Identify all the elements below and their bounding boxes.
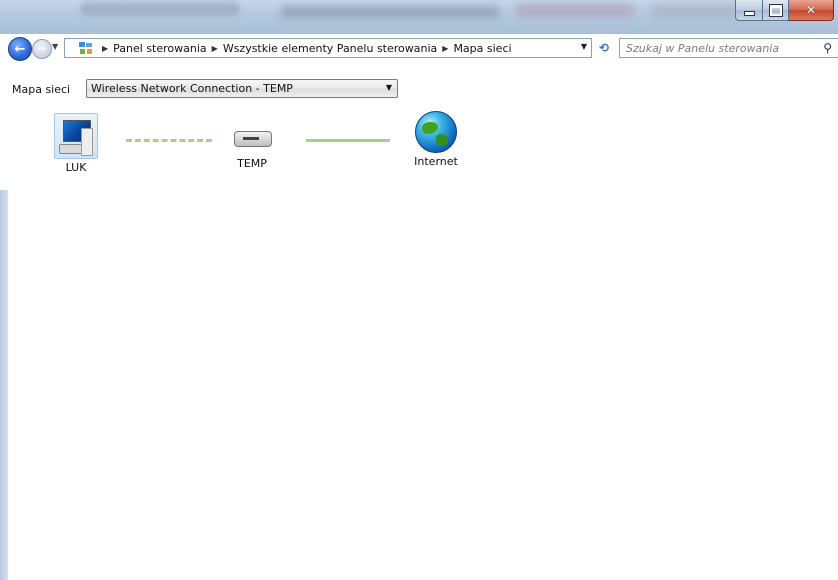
close-icon: ✕ (805, 3, 817, 17)
title-bar-background (650, 4, 740, 18)
globe-icon (415, 111, 457, 153)
network-node-label: LUK (65, 161, 87, 174)
close-button[interactable]: ✕ (789, 0, 834, 21)
network-map-label: Mapa sieci (12, 83, 71, 96)
network-node-computer[interactable]: LUK (54, 113, 98, 174)
search-input[interactable] (624, 40, 818, 56)
breadcrumb-panel-sterowania[interactable]: Panel sterowania (113, 42, 207, 55)
title-bar-background (515, 3, 635, 17)
search-icon[interactable]: ⚲ (823, 41, 832, 55)
refresh-button[interactable]: ⟲ (594, 39, 614, 57)
network-link-dashed (126, 139, 212, 142)
address-bar[interactable]: ▶ Panel sterowania ▶ Wszystkie elementy … (64, 38, 592, 58)
forward-arrow-icon: → (37, 43, 47, 55)
maximize-icon (768, 3, 783, 17)
navigation-bar: ← → ▼ ▶ Panel sterowania ▶ Wszystkie ele… (0, 36, 838, 62)
chevron-down-icon: ▼ (385, 83, 392, 92)
title-bar-background (280, 6, 500, 18)
minimize-button[interactable] (735, 0, 763, 21)
recent-pages-button[interactable]: ▼ (52, 42, 58, 51)
router-icon (230, 121, 274, 155)
connection-select-value: Wireless Network Connection - TEMP (91, 82, 293, 95)
breadcrumb-network-map[interactable]: Mapa sieci (453, 42, 511, 55)
maximize-button[interactable] (763, 0, 789, 21)
main-content: Mapa sieci Wireless Network Connection -… (0, 63, 838, 580)
minimize-icon (743, 10, 755, 16)
window-left-border (0, 190, 8, 580)
search-box[interactable]: ⚲ (619, 38, 838, 58)
computer-icon (54, 113, 98, 159)
address-dropdown-icon[interactable]: ▼ (581, 42, 587, 51)
breadcrumb-separator-icon: ▶ (442, 43, 449, 53)
network-node-internet[interactable]: Internet (408, 111, 464, 168)
connection-select[interactable]: Wireless Network Connection - TEMP ▼ (86, 79, 398, 98)
breadcrumb-separator-icon: ▶ (102, 43, 109, 53)
breadcrumb-all-elements[interactable]: Wszystkie elementy Panelu sterowania (223, 42, 437, 55)
window-controls: ✕ (735, 0, 834, 21)
network-link-solid (306, 139, 390, 142)
refresh-icon: ⟲ (598, 41, 610, 55)
back-arrow-icon: ← (14, 41, 26, 57)
control-panel-icon (79, 41, 93, 55)
forward-button[interactable]: → (32, 39, 52, 59)
back-button[interactable]: ← (8, 37, 32, 61)
network-node-label: Internet (414, 155, 458, 168)
network-node-label: TEMP (237, 157, 267, 170)
title-bar-background (80, 2, 240, 16)
breadcrumb-separator-icon: ▶ (211, 43, 218, 53)
network-node-router[interactable]: TEMP (226, 121, 278, 170)
title-bar[interactable]: ✕ (0, 0, 838, 34)
